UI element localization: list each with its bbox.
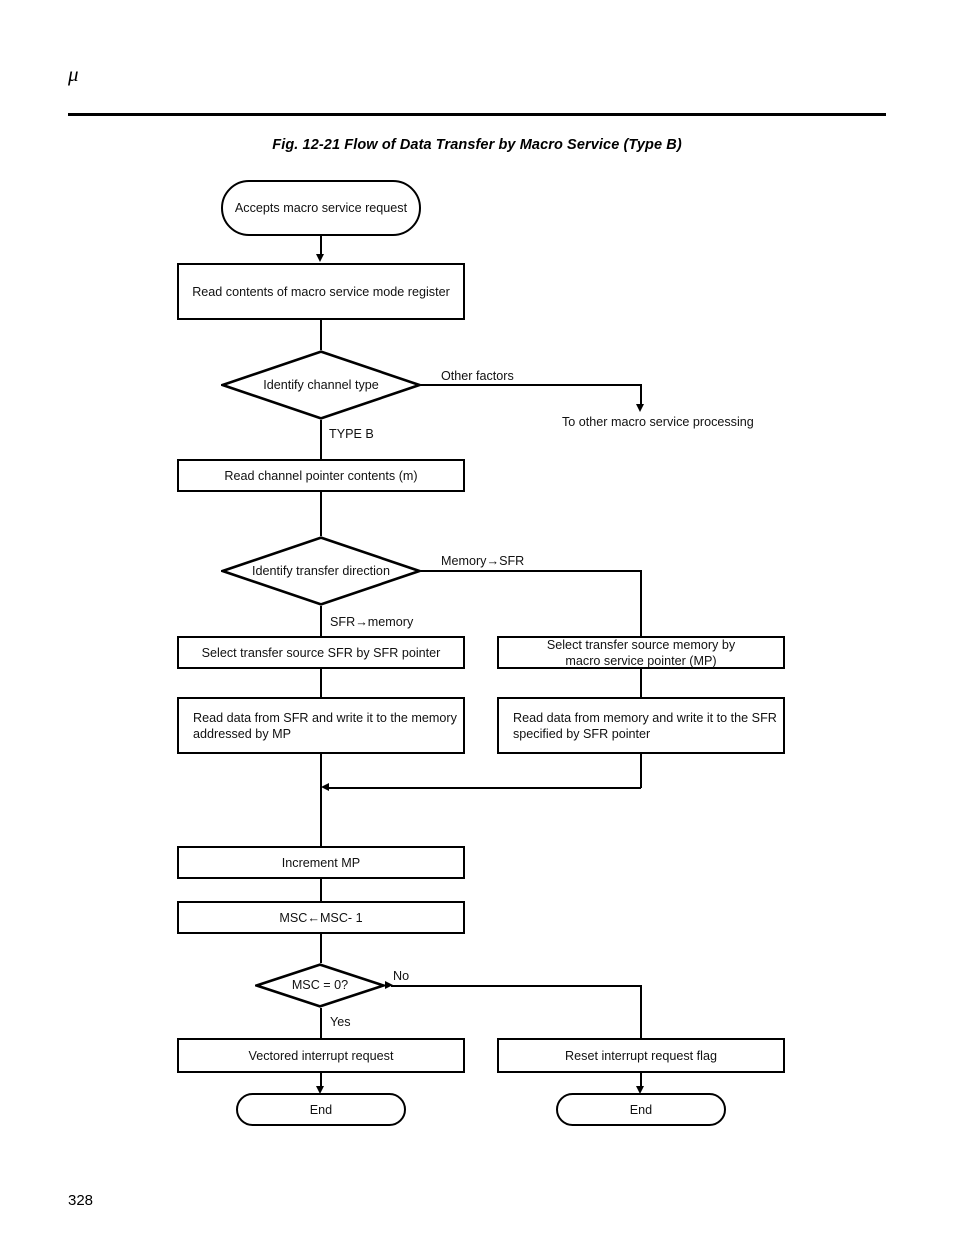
arrow-down-icon (316, 254, 324, 262)
node-label-line1: Read data from SFR and write it to the m… (193, 710, 457, 725)
connector-left-select-to-readwrite (320, 669, 322, 697)
node-select-transfer-source-memory: Select transfer source memory by macro s… (497, 636, 785, 669)
node-reset-interrupt-request-flag: Reset interrupt request flag (497, 1038, 785, 1073)
node-label: Accepts macro service request (234, 201, 408, 215)
node-read-data-from-memory: Read data from memory and write it to th… (497, 697, 785, 754)
node-label: MSC←MSC- 1 (279, 910, 363, 925)
node-increment-mp: Increment MP (177, 846, 465, 879)
connector-right-select-to-readwrite (640, 669, 642, 697)
edge-label-type-b: TYPE B (329, 427, 374, 441)
arrow-left-icon (321, 783, 329, 791)
decision-identify-channel-type: Identify channel type (221, 350, 421, 420)
node-label: Read contents of macro service mode regi… (192, 284, 450, 299)
connector-start-to-read-mode (320, 236, 322, 255)
node-end-left: End (236, 1093, 406, 1126)
node-select-transfer-source-sfr: Select transfer source SFR by SFR pointe… (177, 636, 465, 669)
connector-mode-to-channel-type (320, 320, 322, 350)
node-label-block: Read data from memory and write it to th… (513, 710, 777, 742)
node-label-block: Read data from SFR and write it to the m… (193, 710, 457, 742)
edge-label-yes: Yes (330, 1015, 351, 1029)
node-label: Select transfer source SFR by SFR pointe… (201, 645, 441, 660)
connector-no-branch-down (640, 985, 642, 1038)
node-label-line2: specified by SFR pointer (513, 726, 651, 741)
node-read-contents-of-macro-service-mode-register: Read contents of macro service mode regi… (177, 263, 465, 320)
node-label-line1: Read data from memory and write it to th… (513, 710, 777, 725)
connector-type-b (320, 420, 322, 463)
node-label-line2: addressed by MP (193, 726, 292, 741)
edge-label-other-factors: Other factors (441, 369, 514, 383)
connector-spine-to-increment-mp (320, 754, 322, 846)
header-divider (68, 113, 886, 116)
edge-label-memory-to-sfr: Memory→SFR (441, 554, 525, 568)
node-label: End (629, 1102, 653, 1117)
figure-title: Fig. 12-21 Flow of Data Transfer by Macr… (272, 137, 682, 153)
connector-increment-to-decrement (320, 879, 322, 901)
node-label: End (309, 1102, 333, 1117)
decision-label: Identify transfer direction (252, 563, 390, 578)
connector-sfr-to-memory (320, 606, 322, 636)
node-label: Reset interrupt request flag (565, 1048, 717, 1063)
edge-label-no: No (393, 969, 410, 983)
node-label: Increment MP (281, 855, 361, 870)
node-label-line2: macro service pointer (MP) (565, 653, 717, 668)
document-page: μ Fig. 12-21 Flow of Data Transfer by Ma… (0, 0, 954, 1235)
node-label-line1: Select transfer source memory by (546, 637, 736, 652)
decision-msc-equals-zero: MSC = 0? (255, 963, 385, 1008)
node-read-data-from-sfr: Read data from SFR and write it to the m… (177, 697, 465, 754)
connector-left-to-end (320, 1073, 322, 1087)
arrow-down-icon (636, 404, 644, 412)
note-to-other-macro-service-processing: To other macro service processing (562, 415, 754, 429)
page-number: 328 (68, 1192, 94, 1209)
connector-right-to-end (640, 1073, 642, 1087)
node-label-block: Select transfer source memory by macro s… (547, 637, 735, 669)
node-decrement-msc: MSC←MSC- 1 (177, 901, 465, 934)
decision-label: Identify channel type (263, 377, 379, 392)
node-accepts-macro-service-request: Accepts macro service request (221, 180, 421, 236)
decision-label: MSC = 0? (291, 978, 349, 992)
connector-pointer-to-direction (320, 492, 322, 536)
decision-identify-transfer-direction: Identify transfer direction (221, 536, 421, 606)
node-label: Read channel pointer contents (m) (224, 468, 418, 483)
connector-memory-to-sfr-down (640, 570, 642, 636)
connector-decrement-to-msc-check (320, 934, 322, 963)
node-label: Vectored interrupt request (248, 1048, 394, 1063)
connector-right-merge-down (640, 754, 642, 788)
connector-yes-branch (320, 1008, 322, 1038)
connector-no-branch (391, 985, 641, 987)
edge-label-sfr-to-memory: SFR→memory (330, 615, 414, 629)
connector-memory-to-sfr (421, 570, 641, 572)
connector-other-factors (421, 384, 641, 386)
node-vectored-interrupt-request: Vectored interrupt request (177, 1038, 465, 1073)
node-read-channel-pointer-contents: Read channel pointer contents (m) (177, 459, 465, 492)
connector-right-merge-left (329, 787, 641, 789)
node-end-right: End (556, 1093, 726, 1126)
mu-symbol: μ (68, 62, 79, 86)
